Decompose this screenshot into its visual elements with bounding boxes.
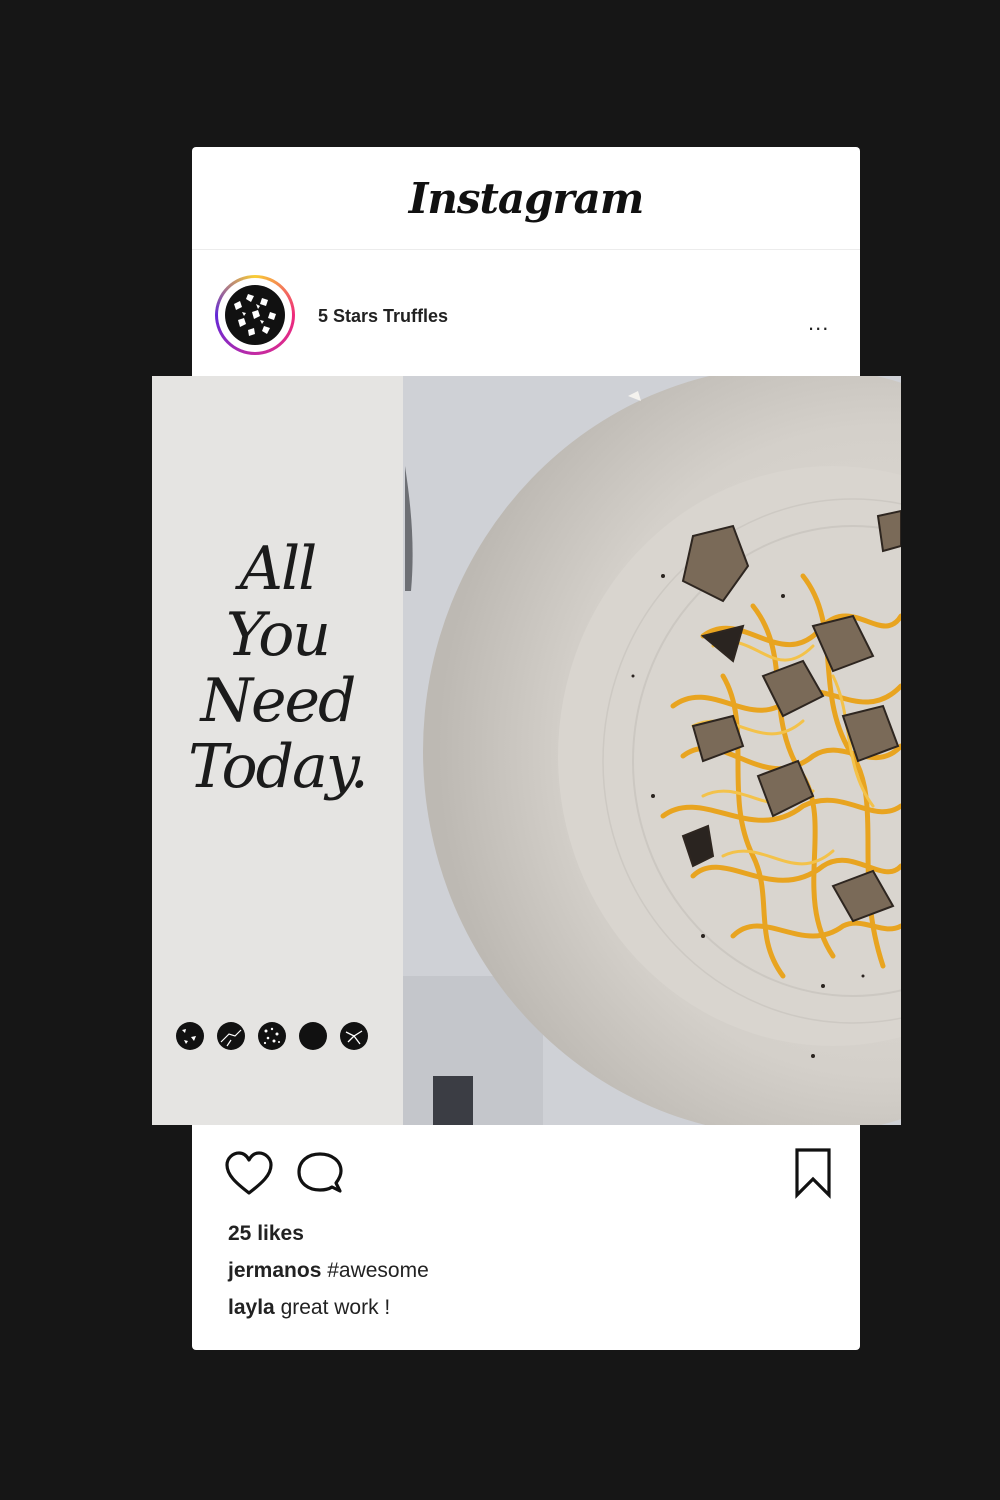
truffle-pasta-photo xyxy=(403,376,901,1125)
post-header: 5 Stars Truffles ... xyxy=(192,250,860,376)
bookmark-icon[interactable] xyxy=(793,1147,833,1199)
headline-line: Today. xyxy=(188,732,369,802)
likes-count[interactable]: 25 likes xyxy=(228,1222,304,1246)
headline-panel: All You Need Today. xyxy=(152,376,403,1125)
truffle-dot-icon xyxy=(258,1022,286,1050)
headline: All You Need Today. xyxy=(152,536,403,800)
app-header: Instagram xyxy=(192,147,860,250)
post-actions xyxy=(192,1147,860,1207)
account-name[interactable]: 5 Stars Truffles xyxy=(318,306,448,327)
avatar[interactable] xyxy=(215,275,295,355)
instagram-logo[interactable]: Instagram xyxy=(409,174,645,223)
heart-icon[interactable] xyxy=(224,1151,274,1197)
headline-line: All xyxy=(239,534,318,604)
truffle-dots xyxy=(176,1022,368,1052)
comment-1: jermanos #awesome xyxy=(228,1259,429,1283)
comment-text: #awesome xyxy=(327,1259,429,1282)
truffle-dot-icon xyxy=(217,1022,245,1050)
post-image[interactable]: All You Need Today. xyxy=(152,376,901,1125)
truffle-avatar-icon xyxy=(225,285,285,345)
comment-text: great work ! xyxy=(280,1296,391,1319)
headline-line: Need xyxy=(200,666,357,736)
comment-2: layla great work ! xyxy=(228,1296,390,1320)
truffle-dot-icon xyxy=(176,1022,204,1050)
comment-user[interactable]: layla xyxy=(228,1296,275,1319)
truffle-dot-icon xyxy=(340,1022,368,1050)
comment-icon[interactable] xyxy=(296,1151,344,1197)
headline-line: You xyxy=(225,600,331,670)
more-dots-icon[interactable]: ... xyxy=(808,310,829,336)
comment-user[interactable]: jermanos xyxy=(228,1259,321,1282)
truffle-dot-icon xyxy=(299,1022,327,1050)
